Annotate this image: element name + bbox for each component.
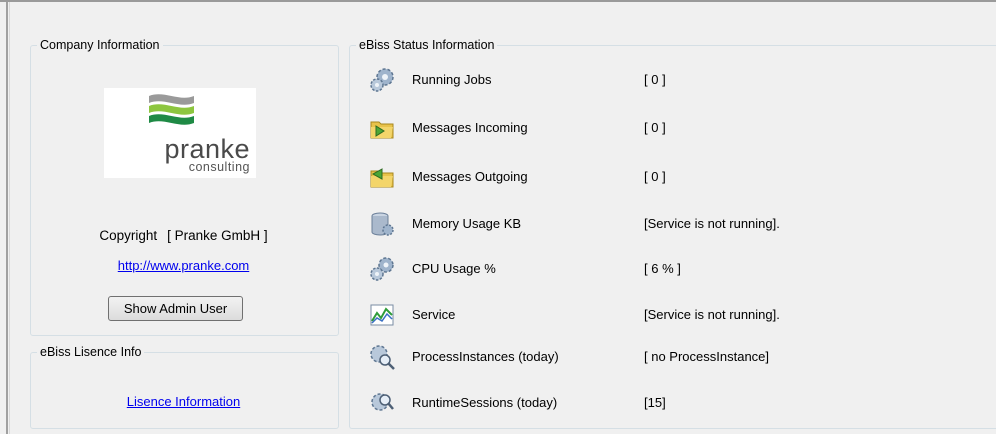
status-value: [ 0 ] (644, 120, 666, 135)
gear-search-icon (371, 393, 394, 411)
status-info-legend: eBiss Status Information (359, 38, 495, 52)
copyright-value: [ Pranke GmbH ] (167, 228, 268, 243)
licence-info-group: eBiss Lisence Info (30, 345, 339, 429)
status-label: Messages Outgoing (412, 169, 528, 184)
licence-information-link[interactable]: Lisence Information (30, 394, 337, 409)
chart-icon (370, 304, 394, 326)
status-value: [15] (644, 395, 666, 410)
database-gear-icon (371, 212, 394, 236)
gears-icon (370, 68, 394, 92)
company-logo: pranke consulting (104, 88, 256, 178)
status-row-memory-usage: Memory Usage KB [Service is not running]… (368, 209, 968, 239)
status-value: [ no ProcessInstance] (644, 349, 770, 364)
status-value: [ 0 ] (644, 169, 666, 184)
status-label: Memory Usage KB (412, 216, 522, 231)
status-row-cpu-usage: CPU Usage % [ 6 % ] (368, 254, 968, 284)
copyright-line: Copyright [ Pranke GmbH ] (30, 228, 337, 243)
splitter-bar[interactable] (6, 2, 8, 434)
status-row-messages-outgoing: Messages Outgoing [ 0 ] (368, 162, 968, 192)
website-link[interactable]: http://www.pranke.com (30, 258, 337, 273)
window-top-border (0, 0, 996, 2)
status-value: [ 0 ] (644, 72, 666, 87)
status-value: [Service is not running]. (644, 216, 780, 231)
copyright-label: Copyright (99, 228, 158, 243)
gear-search-icon (370, 345, 395, 370)
logo-waves-icon (149, 94, 194, 125)
status-row-messages-incoming: Messages Incoming [ 0 ] (368, 113, 968, 143)
status-value: [ 6 % ] (644, 261, 681, 276)
status-label: Messages Incoming (412, 120, 528, 135)
status-row-service: Service [Service is not running]. (368, 300, 968, 330)
status-label: Running Jobs (412, 72, 492, 87)
status-row-runtime-sessions: RuntimeSessions (today) [15] (368, 388, 968, 418)
company-info-legend: Company Information (40, 38, 160, 52)
status-row-process-instances: ProcessInstances (today) [ no ProcessIns… (368, 342, 968, 372)
licence-info-legend: eBiss Lisence Info (40, 345, 142, 359)
status-label: CPU Usage % (412, 261, 496, 276)
status-value: [Service is not running]. (644, 307, 780, 322)
status-label: RuntimeSessions (today) (412, 395, 558, 410)
status-row-running-jobs: Running Jobs [ 0 ] (368, 65, 968, 95)
splitter-edge (9, 2, 10, 434)
outgoing-folder-icon (370, 168, 394, 188)
status-label: Service (412, 307, 456, 322)
show-admin-user-button[interactable]: Show Admin User (108, 296, 243, 321)
incoming-folder-icon (370, 121, 394, 139)
logo-subtitle: consulting (188, 160, 250, 174)
status-label: ProcessInstances (today) (412, 349, 559, 364)
gears-icon (370, 257, 394, 281)
company-info-group: Company Information (30, 38, 339, 336)
